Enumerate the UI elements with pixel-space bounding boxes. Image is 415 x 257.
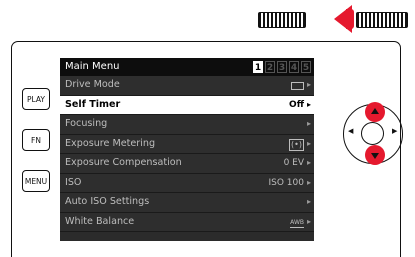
menu-item-iso[interactable]: ISO ISO 100 ▸ <box>60 173 314 193</box>
awb-icon: AWB <box>290 218 304 228</box>
rear-dial-icon[interactable] <box>258 12 306 28</box>
menu-item-white-balance[interactable]: White Balance AWB ▸ <box>60 212 314 232</box>
menu-item-value: AWB <box>290 213 304 232</box>
top-dial-icon[interactable] <box>356 12 408 28</box>
page-tab-1[interactable]: 1 <box>253 61 263 73</box>
menu-item-value: Off <box>289 99 304 110</box>
menu-item-label: Drive Mode <box>65 79 120 90</box>
play-button[interactable]: PLAY <box>22 88 50 110</box>
camera-illustration: PLAY FN MENU Main Menu 1 2 3 4 5 Drive M… <box>0 0 415 257</box>
menu-item-label: White Balance <box>65 215 135 227</box>
up-arrow-icon <box>371 108 379 114</box>
menu-item-focusing[interactable]: Focusing ▸ <box>60 115 314 135</box>
pad-center-button[interactable] <box>361 122 384 145</box>
chevron-right-icon: ▸ <box>306 158 311 167</box>
menu-item-label: Focusing <box>65 118 108 129</box>
menu-item-exposure-metering[interactable]: Exposure Metering (•) ▸ <box>60 134 314 155</box>
pad-down-button[interactable] <box>365 145 385 165</box>
menu-item-exposure-compensation[interactable]: Exposure Compensation 0 EV ▸ <box>60 154 314 174</box>
pad-left-arrow-icon[interactable]: ◀ <box>348 127 353 135</box>
menu-item-self-timer[interactable]: Self Timer Off ▸ <box>60 95 314 115</box>
menu-item-label: Exposure Compensation <box>65 157 182 168</box>
down-arrow-icon <box>371 153 379 159</box>
chevron-right-icon: ▸ <box>306 216 311 226</box>
chevron-right-icon: ▸ <box>306 99 311 109</box>
menu-button[interactable]: MENU <box>22 170 50 192</box>
page-tab-5[interactable]: 5 <box>301 61 311 73</box>
page-tab-3[interactable]: 3 <box>277 61 287 73</box>
menu-item-drive-mode[interactable]: Drive Mode ▸ <box>60 76 314 96</box>
pad-right-arrow-icon[interactable]: ▶ <box>392 127 397 135</box>
menu-header: Main Menu 1 2 3 4 5 <box>60 58 314 76</box>
menu-item-value: ISO 100 <box>268 177 305 188</box>
camera-screen: Main Menu 1 2 3 4 5 Drive Mode ▸ Self Ti… <box>60 58 314 241</box>
page-tabs: 1 2 3 4 5 <box>253 61 311 73</box>
menu-item-auto-iso-settings[interactable]: Auto ISO Settings ▸ <box>60 193 314 213</box>
menu-title: Main Menu <box>65 61 120 72</box>
rotate-arrow-tail-icon <box>346 9 354 29</box>
menu-item-value: 0 EV <box>283 158 304 168</box>
menu-item-label: Exposure Metering <box>65 137 156 149</box>
menu-item-label: Self Timer <box>65 98 121 110</box>
chevron-right-icon: ▸ <box>306 197 311 206</box>
metering-icon: (•) <box>289 138 304 151</box>
fn-button[interactable]: FN <box>22 129 50 151</box>
menu-item-label: Auto ISO Settings <box>65 196 150 207</box>
menu-item-value: (•) <box>289 135 304 155</box>
page-tab-2[interactable]: 2 <box>265 61 275 73</box>
menu-item-value <box>291 76 304 98</box>
chevron-right-icon: ▸ <box>306 138 311 148</box>
chevron-right-icon: ▸ <box>306 80 311 89</box>
pad-up-button[interactable] <box>365 102 385 122</box>
chevron-right-icon: ▸ <box>306 119 311 128</box>
chevron-right-icon: ▸ <box>306 177 311 187</box>
page-tab-4[interactable]: 4 <box>289 61 299 73</box>
menu-item-label: ISO <box>65 176 82 188</box>
single-frame-icon <box>291 82 304 90</box>
menu-list: Drive Mode ▸ Self Timer Off ▸ Focusing ▸… <box>60 76 314 232</box>
